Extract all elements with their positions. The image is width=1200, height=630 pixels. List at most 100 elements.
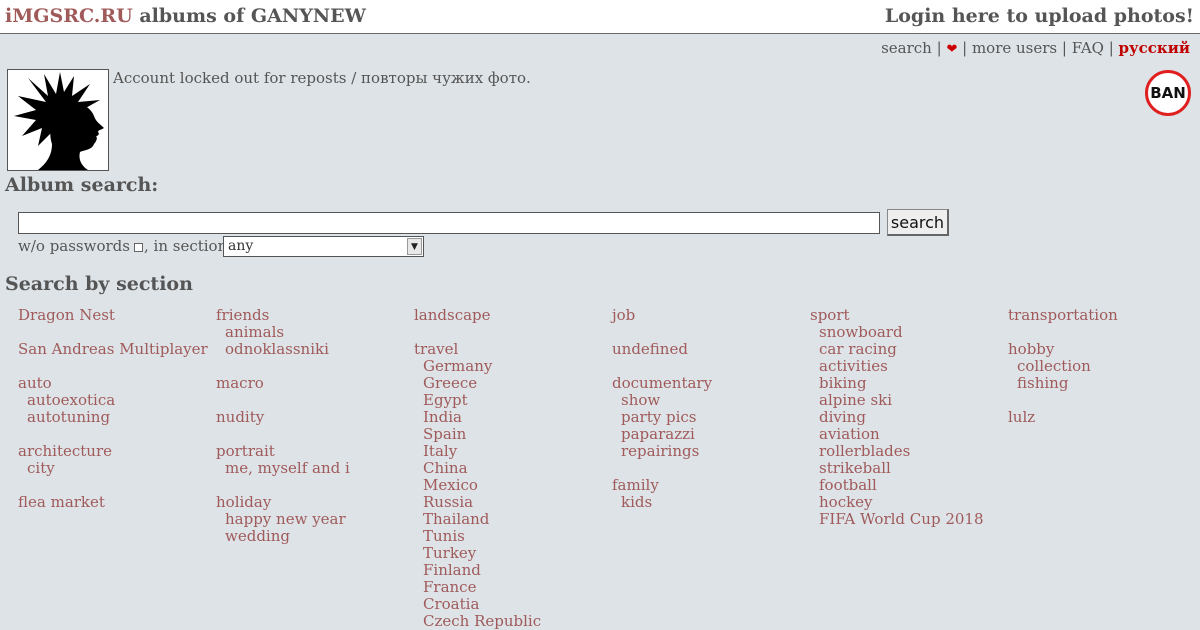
subsection-link[interactable]: paparazzi — [612, 426, 802, 443]
subsection-link[interactable]: show — [612, 392, 802, 409]
language-switch-link[interactable]: русский — [1119, 39, 1190, 57]
section-link[interactable]: friends — [216, 307, 406, 324]
subsection-link[interactable]: Greece — [414, 375, 604, 392]
subsection-link[interactable]: FIFA World Cup 2018 — [810, 511, 1000, 528]
section-select[interactable]: any ▼ — [223, 236, 424, 257]
subsection-link[interactable]: Egypt — [414, 392, 604, 409]
section-link[interactable]: job — [612, 307, 802, 324]
subsection-link[interactable]: Turkey — [414, 545, 604, 562]
section-column-1: Dragon Nest San Andreas Multiplayer auto au… — [18, 307, 208, 511]
subsection-link[interactable]: China — [414, 460, 604, 477]
ban-badge-icon: BAN — [1145, 70, 1191, 116]
subsection-link[interactable]: car racing — [810, 341, 1000, 358]
subsection-link[interactable]: Thailand — [414, 511, 604, 528]
section-column-6: transportation hobby collection fishing lulz — [1008, 307, 1198, 426]
section-link[interactable]: travel — [414, 341, 604, 358]
section-link[interactable]: San Andreas Multiplayer — [18, 341, 208, 358]
subsection-link[interactable]: Russia — [414, 494, 604, 511]
subsection-link[interactable]: strikeball — [810, 460, 1000, 477]
silhouette-portrait-icon — [14, 72, 104, 170]
subsection-link[interactable]: Tunis — [414, 528, 604, 545]
wo-passwords-label: w/o passwords — [18, 237, 130, 255]
section-link[interactable]: undefined — [612, 341, 802, 358]
section-link[interactable]: lulz — [1008, 409, 1198, 426]
search-button[interactable]: search — [887, 209, 949, 236]
subsection-link[interactable]: hockey — [810, 494, 1000, 511]
subsection-link[interactable]: animals — [216, 324, 406, 341]
section-link[interactable]: flea market — [18, 494, 208, 511]
section-link[interactable]: holiday — [216, 494, 406, 511]
subsection-link[interactable]: autotuning — [18, 409, 208, 426]
subsection-link[interactable]: Spain — [414, 426, 604, 443]
subsection-link[interactable]: football — [810, 477, 1000, 494]
section-select-value: any — [228, 238, 254, 254]
subsection-link[interactable]: biking — [810, 375, 1000, 392]
album-owner-title: albums of GANYNEW — [132, 5, 366, 27]
section-link[interactable]: transportation — [1008, 307, 1198, 324]
subsection-link[interactable]: alpine ski — [810, 392, 1000, 409]
nav-separator: | — [957, 39, 972, 57]
section-column-2: friends animals odnoklassniki macro nudity po… — [216, 307, 406, 545]
chevron-down-icon[interactable]: ▼ — [407, 238, 422, 255]
subsection-link[interactable]: snowboard — [810, 324, 1000, 341]
top-bar: iMGSRC.RU albums of GANYNEW Login here t… — [0, 0, 1200, 34]
subsection-link[interactable]: party pics — [612, 409, 802, 426]
subsection-link[interactable]: wedding — [216, 528, 406, 545]
subsection-link[interactable]: kids — [612, 494, 802, 511]
subsection-link[interactable]: Finland — [414, 562, 604, 579]
section-link[interactable]: Dragon Nest — [18, 307, 208, 324]
section-link[interactable]: macro — [216, 375, 406, 392]
site-logo-link[interactable]: iMGSRC.RU — [5, 5, 133, 27]
album-search-heading: Album search: — [5, 174, 159, 196]
subsection-link[interactable]: fishing — [1008, 375, 1198, 392]
section-link[interactable]: hobby — [1008, 341, 1198, 358]
heart-icon[interactable]: ❤ — [946, 42, 957, 57]
nav-faq-link[interactable]: FAQ — [1072, 39, 1104, 57]
top-nav: search | ❤ | more users | FAQ | русский — [881, 39, 1190, 57]
section-link[interactable]: documentary — [612, 375, 802, 392]
album-search-input[interactable] — [18, 212, 880, 234]
section-link[interactable]: architecture — [18, 443, 208, 460]
subsection-link[interactable]: Germany — [414, 358, 604, 375]
subsection-link[interactable]: collection — [1008, 358, 1198, 375]
subsection-link[interactable]: India — [414, 409, 604, 426]
subsection-link[interactable]: happy new year — [216, 511, 406, 528]
account-status-text: Account locked out for reposts / повторы… — [113, 69, 531, 87]
in-section-label: , in section: — [143, 237, 233, 255]
subsection-link[interactable]: odnoklassniki — [216, 341, 406, 358]
subsection-link[interactable]: activities — [810, 358, 1000, 375]
section-link[interactable]: family — [612, 477, 802, 494]
subsection-link[interactable]: Mexico — [414, 477, 604, 494]
wo-passwords-checkbox[interactable] — [133, 242, 143, 252]
subsection-link[interactable]: city — [18, 460, 208, 477]
subsection-link[interactable]: me, myself and i — [216, 460, 406, 477]
section-link[interactable]: nudity — [216, 409, 406, 426]
subsection-link[interactable]: diving — [810, 409, 1000, 426]
subsection-link[interactable]: Croatia — [414, 596, 604, 613]
subsection-link[interactable]: Italy — [414, 443, 604, 460]
avatar — [7, 69, 109, 171]
nav-more-users-link[interactable]: more users — [972, 39, 1057, 57]
subsection-link[interactable]: aviation — [810, 426, 1000, 443]
subsection-link[interactable]: autoexotica — [18, 392, 208, 409]
section-link[interactable]: landscape — [414, 307, 604, 324]
section-link[interactable]: auto — [18, 375, 208, 392]
login-link[interactable]: Login here to upload photos! — [885, 5, 1194, 27]
nav-search-link[interactable]: search — [881, 39, 932, 57]
subsection-link[interactable]: repairings — [612, 443, 802, 460]
nav-separator: | — [1057, 39, 1072, 57]
section-column-3: landscape travel Germany Greece Egypt India Sp… — [414, 307, 604, 630]
section-link[interactable]: portrait — [216, 443, 406, 460]
subsection-link[interactable]: Czech Republic — [414, 613, 604, 630]
subsection-link[interactable]: France — [414, 579, 604, 596]
section-link[interactable]: sport — [810, 307, 1000, 324]
subsection-link[interactable]: rollerblades — [810, 443, 1000, 460]
